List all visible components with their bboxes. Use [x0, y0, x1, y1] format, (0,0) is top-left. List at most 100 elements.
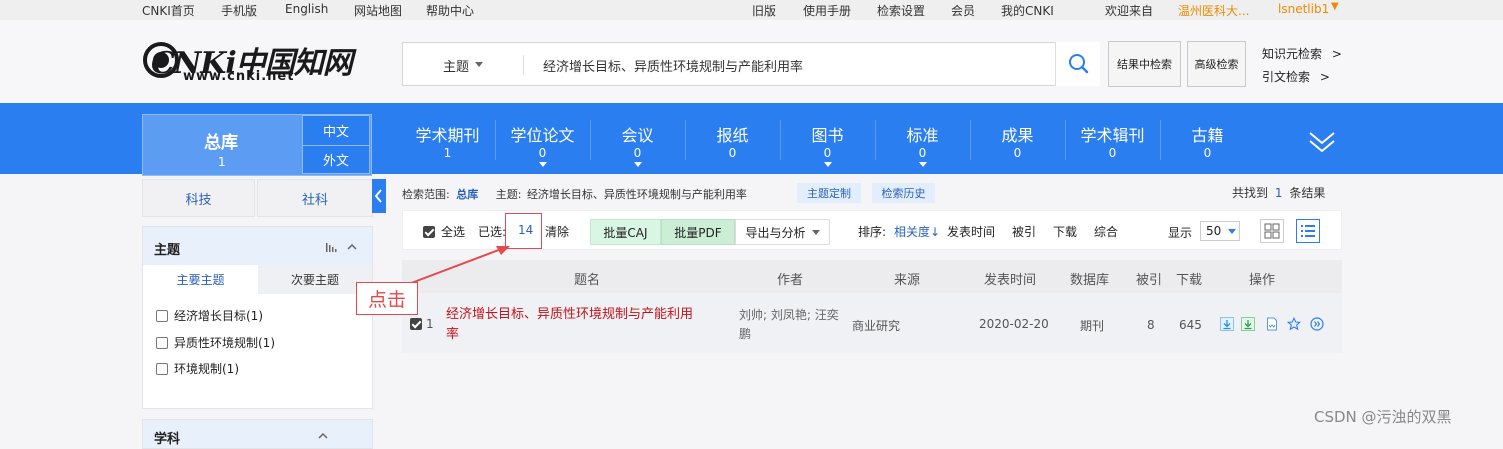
callout-arrow-icon [405, 246, 510, 286]
checkbox[interactable] [410, 318, 422, 330]
result-source[interactable]: 商业研究 [852, 317, 900, 334]
link-member[interactable]: 会员 [951, 2, 975, 19]
col-date: 发表时间 [984, 273, 1037, 288]
link-english[interactable]: English [285, 2, 328, 16]
link-search-settings[interactable]: 检索设置 [877, 2, 925, 19]
search-button[interactable] [1055, 42, 1100, 86]
html-read-icon[interactable] [1265, 317, 1279, 331]
tab-ancient-books[interactable]: 古籍 0 [1160, 103, 1255, 174]
checkbox[interactable] [156, 336, 168, 349]
scope-label: 检索范围: [402, 188, 450, 201]
row-select[interactable]: 1 [410, 317, 434, 331]
link-my-cnki[interactable]: 我的CNKI [1001, 2, 1054, 19]
tab-standards[interactable]: 标准 0 [875, 103, 970, 174]
export-analysis-dropdown[interactable]: 导出与分析 [735, 219, 830, 245]
results-table-header: 题名 作者 来源 发表时间 数据库 被引 下载 操作 [402, 260, 1342, 293]
result-database: 期刊 [1080, 319, 1105, 333]
result-cited[interactable]: 8 [1147, 318, 1155, 332]
institution-link[interactable]: 温州医科大... [1178, 2, 1249, 19]
sort-download[interactable]: 下载 [1053, 223, 1077, 240]
knowledge-search-link[interactable]: 知识元检索 > [1262, 45, 1342, 62]
download-pdf-icon[interactable] [1241, 317, 1255, 331]
result-date: 2020-02-20 [979, 317, 1049, 331]
tab-keji[interactable]: 科技 [142, 179, 255, 217]
tab-foreign[interactable]: 外文 [302, 146, 370, 174]
search-in-results-button[interactable]: 结果中检索 [1108, 41, 1181, 87]
results-toolbar: 全选 已选: 14 清除 批量CAJ 批量PDF 导出与分析 排序: 相关度↓ … [402, 210, 1342, 250]
facet-panel-header[interactable]: 主题 [143, 227, 372, 265]
search-input[interactable]: 经济增长目标、异质性环境规制与产能利用率 [543, 56, 803, 75]
chevron-down-icon [1228, 228, 1237, 234]
col-downloads: 下载 [1176, 273, 1203, 288]
user-chevron-down-icon[interactable]: ▼ [1331, 1, 1339, 12]
tab-academic-collections[interactable]: 学术辑刊 0 [1065, 103, 1160, 174]
sort-cited[interactable]: 被引 [1012, 223, 1036, 240]
favorite-star-icon[interactable] [1287, 317, 1301, 331]
facet-item[interactable]: 环境规制(1) [156, 360, 239, 377]
topic-custom-button[interactable]: 主题定制 [797, 183, 861, 203]
grid-view-icon[interactable] [1260, 219, 1284, 243]
link-old-version[interactable]: 旧版 [752, 2, 776, 19]
chevron-up-icon[interactable] [346, 242, 358, 252]
database-nav: 总库 1 中文 外文 学术期刊 1 学位论文 0 会议 0 报纸 0 图书 0 标准 0 成… [0, 103, 1503, 176]
col-author: 作者 [777, 273, 804, 288]
sort-date[interactable]: 发表时间 [947, 223, 995, 240]
checkbox[interactable] [423, 225, 435, 238]
tab-dissertations[interactable]: 学位论文 0 [495, 103, 590, 174]
tab-main-topic[interactable]: 主要主题 [143, 265, 258, 294]
result-authors[interactable]: 刘帅; 刘凤艳; 汪奕 鹏 [739, 306, 839, 344]
batch-caj-button[interactable]: 批量CAJ [590, 219, 661, 245]
chevron-up-icon[interactable] [317, 431, 329, 441]
result-title-link[interactable]: 经济增长目标、异质性环境规制与产能利用 率 [446, 305, 693, 345]
search-box: 主题 经济增长目标、异质性环境规制与产能利用率 [402, 42, 1100, 86]
sort-composite[interactable]: 综合 [1094, 223, 1118, 240]
citation-search-link[interactable]: 引文检索 > [1262, 68, 1330, 85]
tab-newspapers[interactable]: 报纸 0 [685, 103, 780, 174]
chevron-down-icon [811, 229, 820, 235]
page-size-select[interactable]: 50 [1200, 221, 1240, 241]
search-icon [1069, 54, 1089, 74]
facet-item[interactable]: 异质性环境规制(1) [156, 334, 275, 351]
sort-relevance[interactable]: 相关度↓ [894, 223, 940, 240]
tab-secondary-topic[interactable]: 次要主题 [258, 265, 372, 294]
link-help[interactable]: 帮助中心 [426, 2, 474, 19]
facet-panel-title: 主题 [154, 243, 181, 258]
cite-quote-icon[interactable] [1310, 317, 1324, 331]
chevron-left-icon [374, 189, 382, 203]
cnki-logo[interactable]: CNKi中国知网 www.cnki.net [143, 42, 353, 84]
link-manual[interactable]: 使用手册 [803, 2, 851, 19]
search-divider [523, 55, 524, 75]
checkbox[interactable] [156, 362, 168, 375]
tab-achievements[interactable]: 成果 0 [970, 103, 1065, 174]
advanced-search-button[interactable]: 高级检索 [1187, 41, 1246, 87]
link-cnki-home[interactable]: CNKI首页 [142, 2, 195, 19]
facet-panel-subject[interactable]: 学科 [142, 419, 373, 449]
link-sitemap[interactable]: 网站地图 [354, 2, 402, 19]
sidebar-collapse-button[interactable] [372, 179, 386, 213]
expand-chevron-icon[interactable] [1306, 129, 1338, 155]
tab-books[interactable]: 图书 0 [780, 103, 875, 174]
link-mobile[interactable]: 手机版 [221, 2, 257, 19]
col-title: 题名 [574, 273, 601, 288]
clear-selection-link[interactable]: 清除 [545, 223, 569, 240]
chart-bars-icon[interactable] [325, 241, 339, 253]
facet-panel-title: 学科 [154, 432, 181, 447]
chevron-down-icon [824, 162, 832, 167]
tab-journals[interactable]: 学术期刊 1 [400, 103, 495, 174]
checkbox[interactable] [156, 309, 168, 322]
tab-chinese[interactable]: 中文 [302, 115, 370, 146]
chevron-down-icon [634, 162, 642, 167]
select-all-checkbox[interactable]: 全选 [423, 223, 465, 240]
download-caj-icon[interactable] [1220, 317, 1234, 331]
topic-value: 经济增长目标、异质性环境规制与产能利用率 [526, 188, 747, 201]
user-link[interactable]: lsnetlib1 [1278, 2, 1329, 16]
list-view-icon[interactable] [1296, 219, 1320, 243]
search-field-select[interactable]: 主题 [443, 56, 469, 75]
col-cited: 被引 [1136, 273, 1163, 288]
batch-pdf-button[interactable]: 批量PDF [661, 219, 735, 245]
search-field-chevron-icon[interactable] [475, 62, 483, 67]
tab-sheke[interactable]: 社科 [257, 179, 373, 217]
search-history-button[interactable]: 检索历史 [872, 183, 935, 203]
facet-item[interactable]: 经济增长目标(1) [156, 307, 263, 324]
tab-conferences[interactable]: 会议 0 [590, 103, 685, 174]
